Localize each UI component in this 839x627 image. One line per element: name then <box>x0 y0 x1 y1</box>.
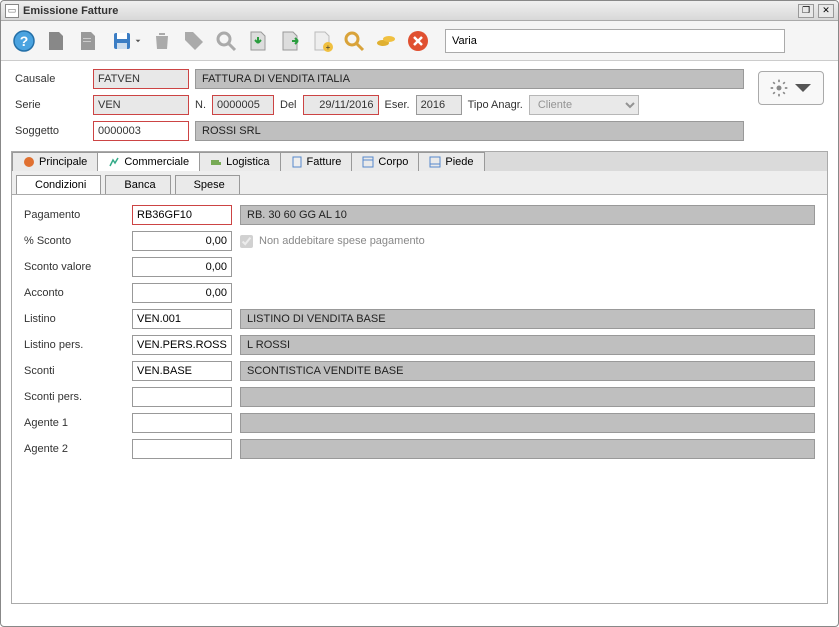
spese-pagamento-check-label: Non addebitare spese pagamento <box>259 235 425 247</box>
n-label: N. <box>195 99 206 111</box>
sconto-val-input[interactable] <box>132 257 232 277</box>
help-icon[interactable]: ? <box>11 28 37 54</box>
sub-tabstrip: Condizioni Banca €Spese <box>11 171 828 194</box>
save-dropdown-button[interactable] <box>107 28 143 54</box>
serie-input[interactable] <box>93 95 189 115</box>
causale-label: Causale <box>15 73 87 85</box>
agente1-desc <box>240 413 815 433</box>
spese-pagamento-checkbox <box>240 235 253 248</box>
soggetto-label: Soggetto <box>15 125 87 137</box>
agente1-label: Agente 1 <box>24 417 124 429</box>
tipo-anagr-select[interactable]: Cliente <box>529 95 639 115</box>
numero-input[interactable] <box>212 95 274 115</box>
acconto-input[interactable] <box>132 283 232 303</box>
export-icon[interactable] <box>277 28 303 54</box>
sconti-pers-input[interactable] <box>132 387 232 407</box>
sconti-pers-label: Sconti pers. <box>24 391 124 403</box>
tab-logistica[interactable]: Logistica <box>199 152 280 171</box>
search-icon[interactable] <box>213 28 239 54</box>
agente2-desc <box>240 439 815 459</box>
condizioni-panel: Pagamento RB. 30 60 GG AL 10 % Sconto No… <box>11 194 828 604</box>
soggetto-desc: ROSSI SRL <box>195 121 744 141</box>
tab-corpo[interactable]: Corpo <box>351 152 419 171</box>
listino-pers-input[interactable] <box>132 335 232 355</box>
svg-text:+: + <box>326 43 331 52</box>
causale-desc: FATTURA DI VENDITA ITALIA <box>195 69 744 89</box>
svg-text:?: ? <box>20 33 29 49</box>
main-tabstrip: Principale Commerciale Logistica Fatture… <box>11 151 828 171</box>
listino-input[interactable] <box>132 309 232 329</box>
acconto-label: Acconto <box>24 287 124 299</box>
tab-piede[interactable]: Piede <box>418 152 484 171</box>
sconti-label: Sconti <box>24 365 124 377</box>
causale-input[interactable] <box>93 69 189 89</box>
settings-dropdown-button[interactable] <box>758 71 824 105</box>
close-icon[interactable] <box>405 28 431 54</box>
del-input[interactable] <box>303 95 379 115</box>
sconti-input[interactable] <box>132 361 232 381</box>
coins-icon[interactable] <box>373 28 399 54</box>
listino-label: Listino <box>24 313 124 325</box>
eser-label: Eser. <box>385 99 410 111</box>
pagamento-label: Pagamento <box>24 209 124 221</box>
sconti-desc: SCONTISTICA VENDITE BASE <box>240 361 815 381</box>
new-icon[interactable] <box>43 28 69 54</box>
agente1-input[interactable] <box>132 413 232 433</box>
listino-desc: LISTINO DI VENDITA BASE <box>240 309 815 329</box>
sconto-pct-input[interactable] <box>132 231 232 251</box>
toolbar-search-input[interactable] <box>445 29 785 53</box>
pagamento-input[interactable] <box>132 205 232 225</box>
find-icon[interactable] <box>341 28 367 54</box>
tag-icon[interactable] <box>181 28 207 54</box>
window-restore-button[interactable]: ❐ <box>798 4 814 18</box>
trash-icon[interactable] <box>149 28 175 54</box>
agente2-label: Agente 2 <box>24 443 124 455</box>
sconto-val-label: Sconto valore <box>24 261 124 273</box>
serie-label: Serie <box>15 99 87 111</box>
header-form: Causale FATTURA DI VENDITA ITALIA Serie … <box>1 61 758 145</box>
window-icon: ▭ <box>5 4 19 18</box>
tipo-anagr-label: Tipo Anagr. <box>468 99 523 111</box>
eser-input[interactable] <box>416 95 462 115</box>
sconto-pct-label: % Sconto <box>24 235 124 247</box>
window-title: Emissione Fatture <box>23 5 798 17</box>
tab-commerciale[interactable]: Commerciale <box>97 152 200 171</box>
del-label: Del <box>280 99 297 111</box>
agente2-input[interactable] <box>132 439 232 459</box>
soggetto-input[interactable] <box>93 121 189 141</box>
import-icon[interactable] <box>245 28 271 54</box>
subtab-condizioni[interactable]: Condizioni <box>16 175 101 194</box>
tab-principale[interactable]: Principale <box>12 152 98 171</box>
document-icon[interactable] <box>75 28 101 54</box>
tab-fatture[interactable]: Fatture <box>280 152 353 171</box>
pagamento-desc: RB. 30 60 GG AL 10 <box>240 205 815 225</box>
subtab-spese[interactable]: €Spese <box>175 175 240 194</box>
sconti-pers-desc <box>240 387 815 407</box>
listino-pers-desc: L ROSSI <box>240 335 815 355</box>
listino-pers-label: Listino pers. <box>24 339 124 351</box>
subtab-banca[interactable]: Banca <box>105 175 170 194</box>
window-close-button[interactable]: ✕ <box>818 4 834 18</box>
window-titlebar: ▭ Emissione Fatture ❐ ✕ <box>1 1 838 21</box>
main-toolbar: ? + <box>1 21 838 61</box>
note-icon[interactable]: + <box>309 28 335 54</box>
